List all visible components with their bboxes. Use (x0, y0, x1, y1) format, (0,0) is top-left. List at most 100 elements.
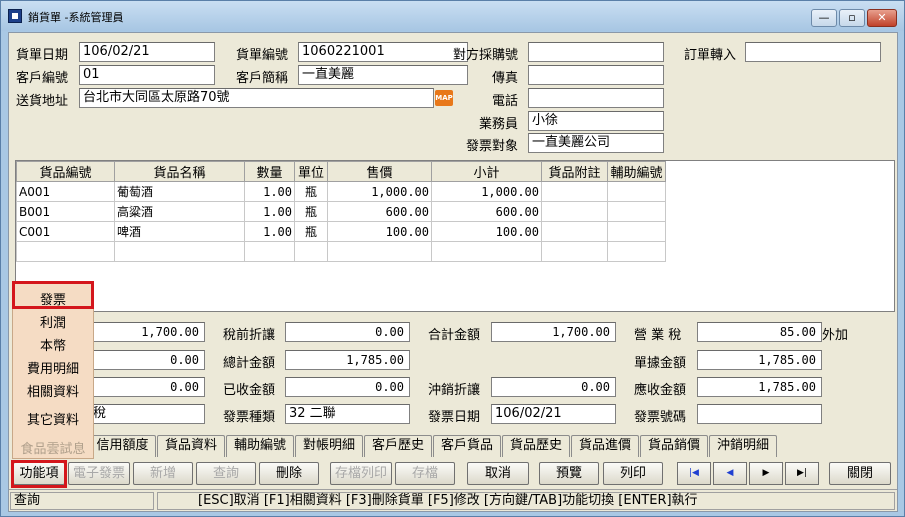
order-convert-field[interactable] (745, 42, 881, 62)
invoice-date-field[interactable]: 106/02/21 (491, 404, 616, 424)
tab-offset-detail[interactable]: 沖銷明細 (709, 435, 777, 457)
table-row[interactable]: C001 啤酒 1.00 瓶 100.00 100.00 (16, 221, 666, 242)
table-cell[interactable]: 1.00 (244, 201, 295, 222)
total-amount-field[interactable]: 1,785.00 (285, 350, 410, 370)
menu-item-other-data[interactable]: 其它資料 (13, 409, 93, 428)
table-cell[interactable]: 1.00 (244, 221, 295, 242)
grid-column-header[interactable]: 單位 (294, 161, 328, 182)
table-cell[interactable]: 100.00 (431, 221, 542, 242)
map-button[interactable]: MAP (435, 90, 453, 106)
total-left-1[interactable]: 1,700.00 (89, 322, 205, 342)
customer-name-field[interactable]: 一直美麗 (298, 65, 468, 85)
table-cell[interactable]: 600.00 (327, 201, 432, 222)
table-cell[interactable] (114, 241, 245, 262)
tax-field[interactable]: 85.00 (697, 322, 822, 342)
next-record-button[interactable]: ▶ (749, 462, 783, 485)
table-cell[interactable]: 葡萄酒 (114, 181, 245, 202)
close-window-button[interactable]: ✕ (867, 9, 897, 27)
tab-statement-detail[interactable]: 對帳明細 (295, 435, 363, 457)
table-cell[interactable]: 瓶 (294, 181, 328, 202)
save-button[interactable]: 存檔 (395, 462, 455, 485)
menu-item-local-currency[interactable]: 本幣 (13, 335, 93, 354)
preview-button[interactable]: 預覽 (539, 462, 599, 485)
salesperson-field[interactable]: 小徐 (528, 111, 664, 131)
tab-customer-products[interactable]: 客戶貨品 (433, 435, 501, 457)
menu-item-related-data[interactable]: 相關資料 (13, 381, 93, 400)
tab-product-cost[interactable]: 貨品進價 (571, 435, 639, 457)
tab-credit-limit[interactable]: 信用額度 (89, 435, 156, 457)
table-cell[interactable]: 瓶 (294, 221, 328, 242)
grid-column-header[interactable]: 貨品名稱 (114, 161, 245, 182)
invoice-no-field[interactable] (697, 404, 822, 424)
add-button[interactable]: 新增 (133, 462, 193, 485)
invoice-type-field[interactable]: 32 二聯 (285, 404, 410, 424)
total-left-3[interactable]: 0.00 (89, 377, 205, 397)
table-cell[interactable]: B001 (16, 201, 115, 222)
minimize-button[interactable]: — (811, 9, 837, 27)
grid-column-header[interactable]: 輔助編號 (607, 161, 666, 182)
grid-column-header[interactable]: 售價 (327, 161, 432, 182)
customer-no-field[interactable]: 01 (79, 65, 215, 85)
delete-button[interactable]: 刪除 (259, 462, 319, 485)
einvoice-button[interactable]: 電子發票 (68, 462, 130, 485)
receivable-field[interactable]: 1,785.00 (697, 377, 822, 397)
table-cell[interactable]: 啤酒 (114, 221, 245, 242)
last-record-button[interactable]: ▶| (785, 462, 819, 485)
order-date-field[interactable]: 106/02/21 (79, 42, 215, 62)
close-button[interactable]: 關閉 (829, 462, 891, 485)
table-cell[interactable]: 1,000.00 (431, 181, 542, 202)
address-field[interactable]: 台北市大同區太原路70號 (79, 88, 434, 108)
tab-product-data[interactable]: 貨品資料 (157, 435, 225, 457)
tab-product-history[interactable]: 貨品歷史 (502, 435, 570, 457)
table-row[interactable] (16, 241, 666, 262)
table-cell[interactable]: 高粱酒 (114, 201, 245, 222)
grid-column-header[interactable]: 小計 (431, 161, 542, 182)
tax-type-field[interactable]: 稅 (89, 404, 205, 424)
po-field[interactable] (528, 42, 664, 62)
table-cell[interactable] (541, 241, 608, 262)
fax-field[interactable] (528, 65, 664, 85)
maximize-button[interactable]: ▫ (839, 9, 865, 27)
doc-amount-field[interactable]: 1,785.00 (697, 350, 822, 370)
table-cell[interactable] (541, 201, 608, 222)
grid-column-header[interactable]: 數量 (244, 161, 295, 182)
tab-product-price[interactable]: 貨品銷價 (640, 435, 708, 457)
items-grid[interactable]: 貨品編號 貨品名稱 數量 單位 售價 小計 貨品附註 輔助編號 A001 葡萄酒 1.00 瓶 1,0… (15, 160, 895, 312)
table-cell[interactable]: C001 (16, 221, 115, 242)
received-field[interactable]: 0.00 (285, 377, 410, 397)
total-left-2[interactable]: 0.00 (89, 350, 205, 370)
table-cell[interactable] (327, 241, 432, 262)
prev-record-button[interactable]: ◀ (713, 462, 747, 485)
cancel-button[interactable]: 取消 (467, 462, 529, 485)
print-button[interactable]: 列印 (603, 462, 663, 485)
table-cell[interactable] (607, 221, 666, 242)
invoice-to-field[interactable]: 一直美麗公司 (528, 133, 664, 153)
table-cell[interactable] (607, 201, 666, 222)
first-record-button[interactable]: |◀ (677, 462, 711, 485)
phone-field[interactable] (528, 88, 664, 108)
tab-aux-code[interactable]: 輔助編號 (226, 435, 294, 457)
table-cell[interactable] (294, 241, 328, 262)
pre-discount-field[interactable]: 0.00 (285, 322, 410, 342)
tab-customer-history[interactable]: 客戶歷史 (364, 435, 432, 457)
menu-item-expense-detail[interactable]: 費用明細 (13, 358, 93, 377)
table-cell[interactable] (16, 241, 115, 262)
table-cell[interactable]: 1,000.00 (327, 181, 432, 202)
query-button[interactable]: 查詢 (196, 462, 256, 485)
table-cell[interactable] (541, 221, 608, 242)
table-cell[interactable] (244, 241, 295, 262)
table-cell[interactable]: 100.00 (327, 221, 432, 242)
table-row[interactable]: B001 高粱酒 1.00 瓶 600.00 600.00 (16, 201, 666, 222)
table-row[interactable]: A001 葡萄酒 1.00 瓶 1,000.00 1,000.00 (16, 181, 666, 202)
table-cell[interactable]: A001 (16, 181, 115, 202)
grid-column-header[interactable]: 貨品附註 (541, 161, 608, 182)
table-cell[interactable] (607, 181, 666, 202)
save-print-button[interactable]: 存檔列印 (330, 462, 392, 485)
sum-field[interactable]: 1,700.00 (491, 322, 616, 342)
table-cell[interactable]: 600.00 (431, 201, 542, 222)
table-cell[interactable] (431, 241, 542, 262)
table-cell[interactable] (607, 241, 666, 262)
offset-discount-field[interactable]: 0.00 (491, 377, 616, 397)
table-cell[interactable] (541, 181, 608, 202)
order-no-field[interactable]: 1060221001 (298, 42, 468, 62)
